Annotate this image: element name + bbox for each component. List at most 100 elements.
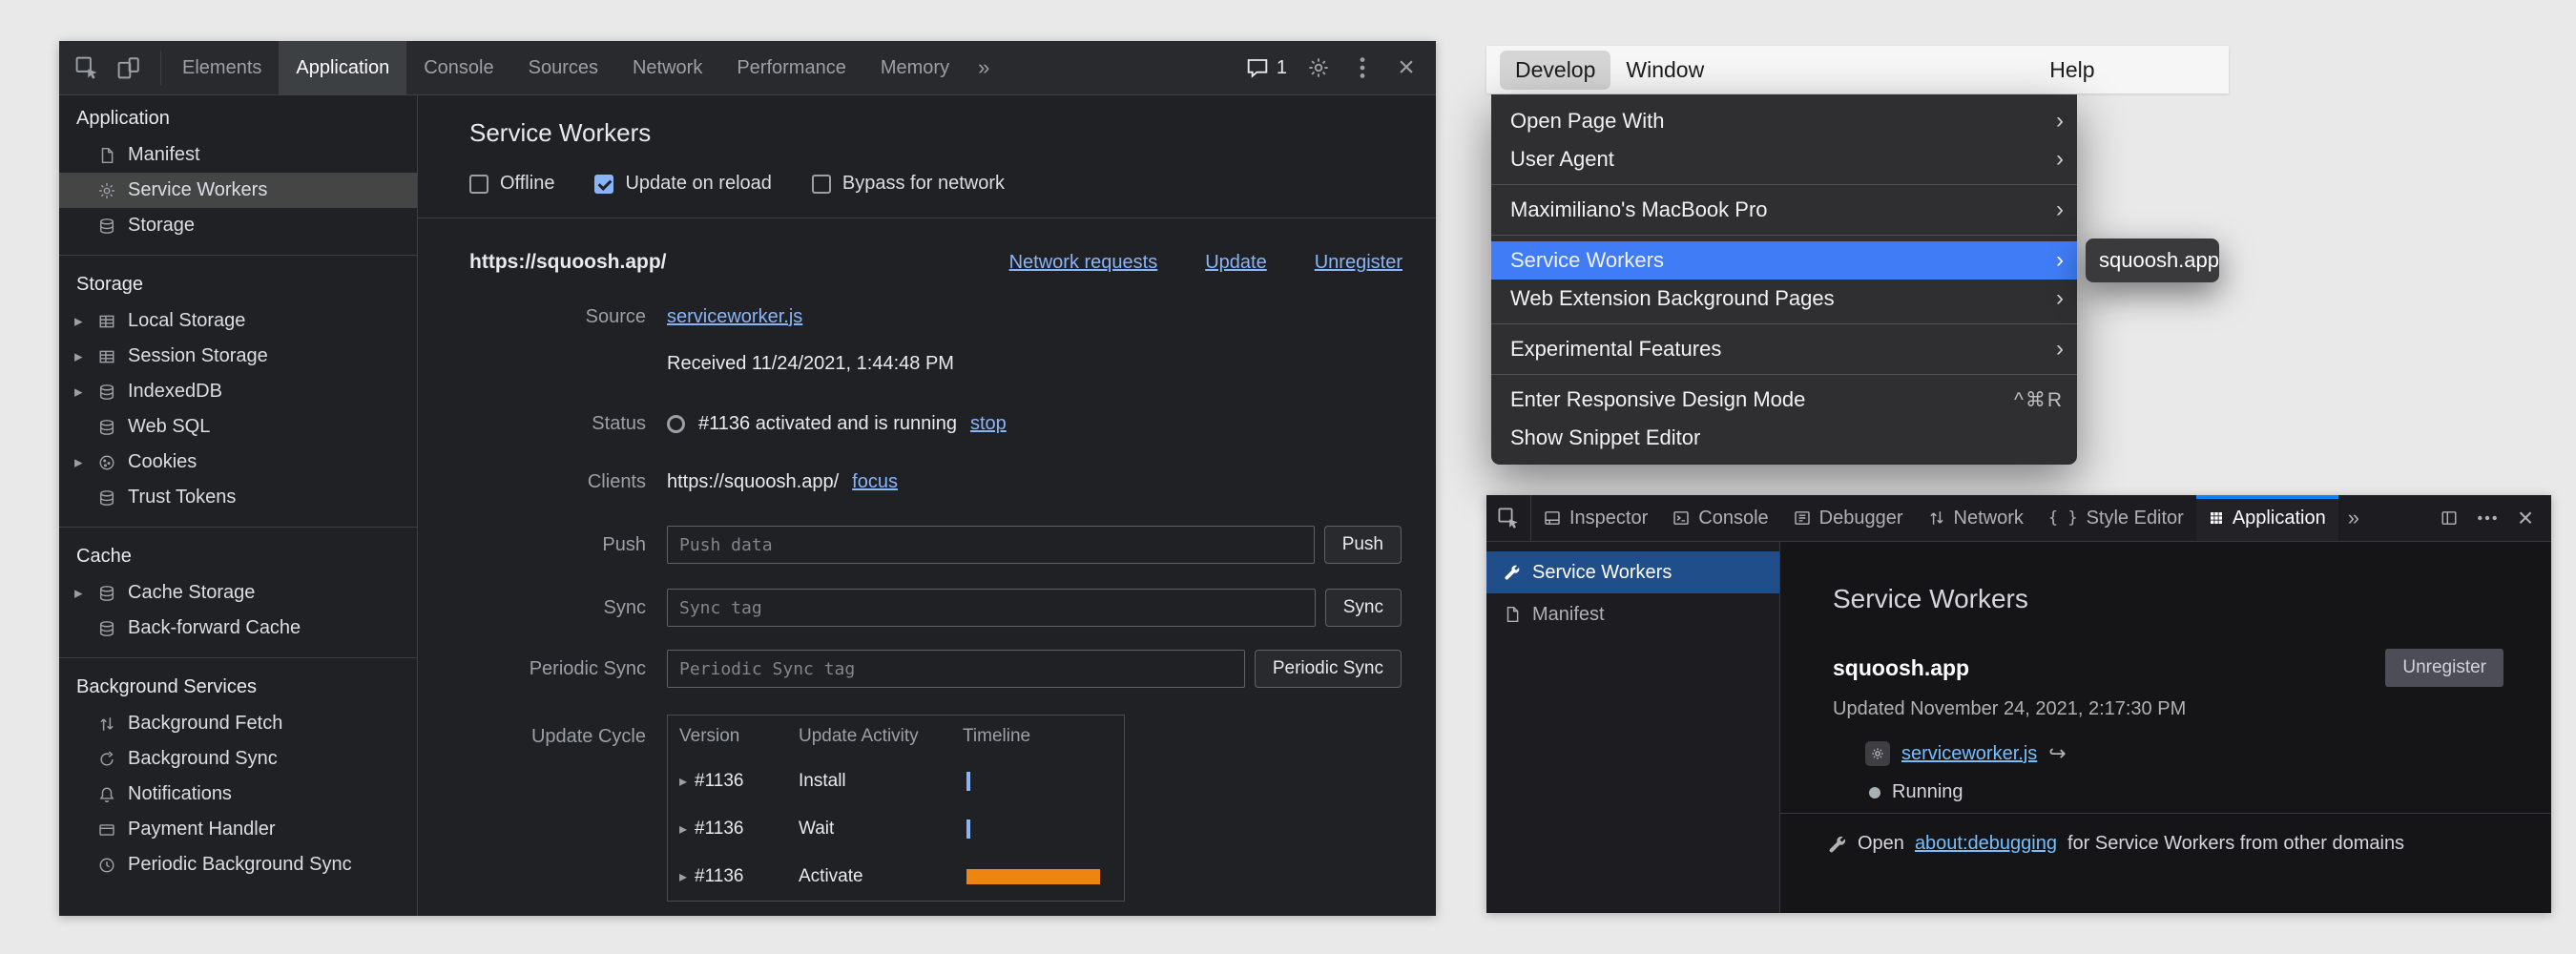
push-button[interactable]: Push (1324, 526, 1402, 564)
unregister-link[interactable]: Unregister (1315, 252, 1402, 274)
expand-arrow-icon[interactable]: ▸ (74, 312, 83, 331)
sidebar-item-local-storage[interactable]: ▸ Local Storage (59, 303, 417, 339)
source-received-timestamp: Received 11/24/2021, 1:44:48 PM (667, 353, 1402, 375)
sync-tag-input[interactable] (667, 589, 1316, 627)
sidebar-item-periodic-background-sync[interactable]: Periodic Background Sync (59, 847, 417, 882)
menubar-item-develop[interactable]: Develop (1500, 51, 1610, 90)
clients-label: Clients (469, 471, 646, 493)
expand-arrow-icon[interactable]: ▸ (74, 383, 83, 402)
menu-item-show-snippet-editor[interactable]: Show Snippet Editor (1491, 419, 2077, 457)
inspect-element-icon[interactable] (67, 48, 107, 88)
checkbox-icon[interactable] (469, 175, 488, 194)
tab-console[interactable]: Console (1660, 495, 1780, 541)
offline-checkbox[interactable]: Offline (469, 173, 554, 195)
sidebar-item-web-sql[interactable]: Web SQL (59, 409, 417, 445)
sidebar-item-service-workers[interactable]: Service Workers (1486, 551, 1779, 593)
meatball-menu-icon[interactable] (2469, 500, 2505, 536)
kebab-menu-icon[interactable] (1342, 48, 1382, 88)
sidebar-item-service-workers[interactable]: Service Workers (59, 173, 417, 208)
update-on-reload-checkbox[interactable]: Update on reload (594, 173, 771, 195)
tab-console[interactable]: Console (406, 41, 510, 94)
sidebar-item-back-forward-cache[interactable]: Back-forward Cache (59, 611, 417, 646)
expand-arrow-icon[interactable]: ▸ (74, 347, 83, 366)
tab-debugger[interactable]: Debugger (1781, 495, 1916, 541)
menubar-item-help[interactable]: Help (2034, 51, 2109, 90)
settings-gear-icon[interactable] (1298, 48, 1339, 88)
tab-network[interactable]: Network (615, 41, 719, 94)
periodic-sync-tag-input[interactable] (667, 650, 1245, 688)
about-debugging-link[interactable]: about:debugging (1915, 833, 2057, 855)
menu-item-user-agent[interactable]: User Agent › (1491, 140, 2077, 178)
periodic-sync-button[interactable]: Periodic Sync (1255, 650, 1402, 688)
table-row-wait[interactable]: ▸#1136 Wait (668, 805, 1124, 853)
sidebar-item-session-storage[interactable]: ▸ Session Storage (59, 339, 417, 374)
footer-text-rest: for Service Workers from other domains (2067, 833, 2404, 855)
table-row-install[interactable]: ▸#1136 Install (668, 757, 1124, 805)
unregister-button[interactable]: Unregister (2385, 649, 2503, 687)
more-tabs-icon[interactable]: » (966, 41, 1001, 94)
tab-inspector[interactable]: Inspector (1531, 495, 1660, 541)
tab-application[interactable]: Application (2196, 495, 2338, 541)
sidebar-item-payment-handler[interactable]: Payment Handler (59, 812, 417, 847)
tab-elements[interactable]: Elements (165, 41, 279, 94)
pick-element-icon[interactable] (1486, 495, 1531, 541)
push-data-input[interactable] (667, 526, 1315, 564)
sidebar-item-notifications[interactable]: Notifications (59, 777, 417, 812)
menu-item-service-workers[interactable]: Service Workers › (1491, 241, 2077, 280)
safari-menubar: Develop Window Help (1486, 46, 2229, 93)
menubar-item-window[interactable]: Window (1610, 51, 1719, 90)
sidebar-item-trust-tokens[interactable]: Trust Tokens (59, 480, 417, 515)
menu-item-enter-responsive-design-mode[interactable]: Enter Responsive Design Mode ^⌘R (1491, 381, 2077, 419)
tab-sources[interactable]: Sources (511, 41, 615, 94)
expand-arrow-icon[interactable]: ▸ (679, 867, 687, 886)
close-icon[interactable]: × (1386, 48, 1426, 88)
service-workers-submenu-item[interactable]: squoosh.app (2086, 238, 2219, 282)
sync-button[interactable]: Sync (1325, 589, 1402, 627)
tab-performance[interactable]: Performance (719, 41, 863, 94)
menu-item-open-page-with[interactable]: Open Page With › (1491, 102, 2077, 140)
update-link[interactable]: Update (1205, 252, 1267, 274)
menu-item-label: Web Extension Background Pages (1510, 286, 1835, 311)
sidebar-item-manifest[interactable]: Manifest (59, 137, 417, 173)
section-title: Cache (59, 537, 417, 575)
source-file-link[interactable]: serviceworker.js (667, 306, 802, 328)
sidebar-item-indexeddb[interactable]: ▸ IndexedDB (59, 374, 417, 409)
issues-counter[interactable]: 1 (1238, 56, 1295, 79)
tab-application[interactable]: Application (279, 41, 406, 94)
tab-style-editor[interactable]: { } Style Editor (2036, 495, 2196, 541)
sidebar-item-background-fetch[interactable]: Background Fetch (59, 706, 417, 741)
more-tabs-icon[interactable]: » (2338, 495, 2369, 541)
sidebar-item-label: Cookies (128, 451, 197, 473)
menu-item-web-extension-background-pages[interactable]: Web Extension Background Pages › (1491, 280, 2077, 318)
menu-item-macbook-pro[interactable]: Maximiliano's MacBook Pro › (1491, 191, 2077, 229)
expand-arrow-icon[interactable]: ▸ (679, 819, 687, 839)
update-cycle-label: Update Cycle (469, 715, 646, 748)
database-icon (97, 383, 116, 402)
firefox-devtools-window: Inspector Console Debugger Network { } S… (1486, 495, 2551, 913)
jump-to-source-icon[interactable]: ↪ (2048, 741, 2066, 766)
table-row-activate[interactable]: ▸#1136 Activate (668, 853, 1124, 901)
sidebar-item-background-sync[interactable]: Background Sync (59, 741, 417, 777)
focus-link[interactable]: focus (852, 471, 898, 493)
expand-arrow-icon[interactable]: ▸ (679, 772, 687, 791)
bypass-for-network-checkbox[interactable]: Bypass for network (812, 173, 1005, 195)
sidebar-item-manifest[interactable]: Manifest (1486, 593, 1779, 635)
checkbox-checked-icon[interactable] (594, 175, 613, 194)
checkbox-icon[interactable] (812, 175, 831, 194)
device-toolbar-icon[interactable] (109, 48, 149, 88)
expand-arrow-icon[interactable]: ▸ (74, 584, 83, 603)
sidebar-item-cache-storage[interactable]: ▸ Cache Storage (59, 575, 417, 611)
menu-item-experimental-features[interactable]: Experimental Features › (1491, 330, 2077, 368)
split-frame-icon[interactable] (2431, 500, 2467, 536)
close-icon[interactable]: × (2507, 500, 2544, 536)
expand-arrow-icon[interactable]: ▸ (74, 453, 83, 472)
submenu-chevron-icon: › (2056, 148, 2064, 171)
sidebar-item-storage[interactable]: Storage (59, 208, 417, 243)
sidebar-item-label: Session Storage (128, 345, 268, 367)
sidebar-item-cookies[interactable]: ▸ Cookies (59, 445, 417, 480)
tab-network[interactable]: Network (1916, 495, 2036, 541)
stop-link[interactable]: stop (970, 413, 1007, 435)
worker-script-link[interactable]: serviceworker.js (1901, 743, 2037, 765)
tab-memory[interactable]: Memory (863, 41, 966, 94)
network-requests-link[interactable]: Network requests (1009, 252, 1158, 274)
